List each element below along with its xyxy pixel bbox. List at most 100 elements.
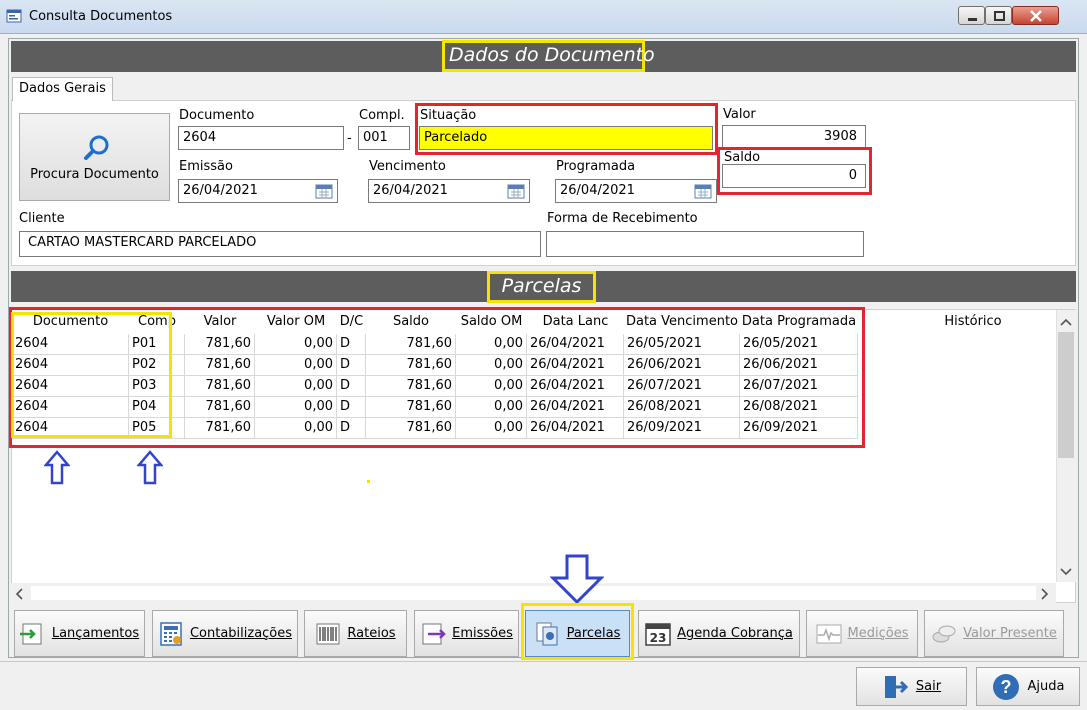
grid-cell[interactable]: 781,60	[185, 355, 255, 376]
grid-cell[interactable]: 0,00	[255, 355, 337, 376]
grid-header-saldo[interactable]: Saldo	[366, 310, 456, 334]
grid-header-documento[interactable]: Documento	[12, 310, 129, 334]
toolbar-parcelas-button[interactable]: Parcelas	[525, 610, 630, 657]
grid-cell[interactable]: 26/08/2021	[740, 397, 858, 418]
grid-cell[interactable]: 781,60	[185, 397, 255, 418]
grid-cell[interactable]: P03	[129, 376, 185, 397]
ajuda-button[interactable]: ? Ajuda	[976, 667, 1080, 706]
grid-header-saldo-om[interactable]: Saldo OM	[456, 310, 527, 334]
grid-header-valor-om[interactable]: Valor OM	[255, 310, 337, 334]
grid-cell[interactable]: 26/07/2021	[624, 376, 740, 397]
grid-cell[interactable]: 0,00	[255, 418, 337, 439]
toolbar-agenda-cobranca-button[interactable]: 23 Agenda Cobrança	[638, 610, 800, 657]
grid-cell[interactable]: P04	[129, 397, 185, 418]
grid-cell[interactable]: P01	[129, 334, 185, 355]
grid-cell[interactable]: D	[337, 397, 366, 418]
grid-cell[interactable]: 26/04/2021	[527, 334, 624, 355]
grid-header-comp[interactable]: Comp	[129, 310, 185, 334]
grid-header-d-c[interactable]: D/C	[337, 310, 366, 334]
grid-cell[interactable]: 781,60	[366, 376, 456, 397]
grid-header-data-lanc[interactable]: Data Lanc	[527, 310, 624, 334]
installments-grid[interactable]: Documento Comp Valor Valor OM D/C Saldo Saldo …	[11, 309, 1076, 603]
grid-cell[interactable]: 0,00	[456, 376, 527, 397]
compl-label: Compl.	[359, 108, 405, 123]
grid-cell[interactable]: 0,00	[255, 397, 337, 418]
grid-cell[interactable]: 0,00	[255, 376, 337, 397]
grid-cell[interactable]: 781,60	[185, 418, 255, 439]
grid-cell[interactable]: 26/05/2021	[624, 334, 740, 355]
toolbar-contabilizacoes-button[interactable]: Contabilizações	[152, 610, 298, 657]
stray-dot	[367, 480, 370, 483]
grid-cell[interactable]: 781,60	[366, 397, 456, 418]
grid-cell[interactable]: 26/06/2021	[624, 355, 740, 376]
grid-cell[interactable]: 781,60	[366, 334, 456, 355]
documento-field[interactable]: 2604	[178, 126, 344, 150]
grid-cell[interactable]: D	[337, 418, 366, 439]
compl-field[interactable]: 001	[358, 126, 410, 150]
vencimento-value: 26/04/2021	[373, 183, 448, 198]
grid-cell[interactable]: 0,00	[456, 334, 527, 355]
grid-cell[interactable]: D	[337, 334, 366, 355]
grid-cell[interactable]: 26/09/2021	[624, 418, 740, 439]
toolbar-rateios-button[interactable]: Rateios	[304, 610, 407, 657]
valor-field[interactable]: 3908	[722, 125, 866, 149]
grid-cell[interactable]: 2604	[12, 334, 129, 355]
grid-cell[interactable]: 2604	[12, 376, 129, 397]
vencimento-field[interactable]: 26/04/2021	[368, 179, 530, 203]
toolbar-emissoes-button[interactable]: Emissões	[414, 610, 519, 657]
grid-cell[interactable]: 26/04/2021	[527, 418, 624, 439]
grid-cell[interactable]: 26/08/2021	[624, 397, 740, 418]
grid-cell[interactable]: 781,60	[366, 355, 456, 376]
scroll-left-icon[interactable]	[14, 587, 24, 601]
grid-header-data-programada[interactable]: Data Programada	[740, 310, 858, 334]
coins-icon	[932, 625, 956, 642]
grid-cell[interactable]: 26/05/2021	[740, 334, 858, 355]
grid-cell[interactable]: 26/06/2021	[740, 355, 858, 376]
grid-cell[interactable]: 0,00	[456, 397, 527, 418]
situacao-field[interactable]: Parcelado	[419, 126, 713, 150]
grid-cell[interactable]: 0,00	[456, 355, 527, 376]
search-document-label: Procura Documento	[30, 167, 159, 182]
grid-cell[interactable]: P02	[129, 355, 185, 376]
grid-cell[interactable]: 781,60	[185, 334, 255, 355]
grid-cell[interactable]: 2604	[12, 397, 129, 418]
arrow-out-icon	[422, 623, 446, 644]
grid-header-hist-rico[interactable]: Histórico	[858, 310, 1075, 334]
search-document-button[interactable]: Procura Documento	[19, 113, 170, 201]
close-button[interactable]	[1012, 6, 1059, 25]
grid-cell[interactable]: 26/04/2021	[527, 355, 624, 376]
forma-recebimento-field[interactable]	[546, 231, 864, 257]
grid-cell[interactable]: 0,00	[456, 418, 527, 439]
grid-cell[interactable]: D	[337, 355, 366, 376]
scroll-right-icon[interactable]	[1040, 587, 1050, 601]
grid-cell[interactable]: 26/07/2021	[740, 376, 858, 397]
grid-cell[interactable]: 781,60	[366, 418, 456, 439]
vertical-scroll-thumb[interactable]	[1058, 332, 1074, 458]
toolbar-lancamentos-button[interactable]: Lançamentos	[14, 610, 145, 657]
saldo-field[interactable]: 0	[722, 164, 866, 188]
cliente-field[interactable]: CARTAO MASTERCARD PARCELADO	[19, 231, 541, 257]
programada-field[interactable]: 26/04/2021	[555, 179, 717, 203]
grid-cell[interactable]: 0,00	[255, 334, 337, 355]
grid-cell[interactable]: 26/04/2021	[527, 376, 624, 397]
scroll-up-icon[interactable]	[1059, 317, 1073, 327]
grid-cell[interactable]: 26/09/2021	[740, 418, 858, 439]
scroll-down-icon[interactable]	[1059, 567, 1073, 577]
grid-cell[interactable]: D	[337, 376, 366, 397]
grid-cell[interactable]: P05	[129, 418, 185, 439]
grid-cell[interactable]: 2604	[12, 355, 129, 376]
calendar-icon[interactable]	[507, 183, 525, 199]
maximize-button[interactable]	[985, 6, 1012, 25]
sair-button[interactable]: Sair	[856, 667, 967, 706]
grid-header-data-vencimento[interactable]: Data Vencimento	[624, 310, 740, 334]
grid-cell[interactable]: 26/04/2021	[527, 397, 624, 418]
grid-header-valor[interactable]: Valor	[185, 310, 255, 334]
calendar-icon[interactable]	[694, 183, 712, 199]
tab-dados-gerais[interactable]: Dados Gerais	[12, 77, 113, 101]
grid-cell[interactable]: 2604	[12, 418, 129, 439]
horizontal-scroll-thumb[interactable]	[31, 586, 1036, 600]
minimize-button[interactable]	[958, 6, 985, 25]
calendar-icon[interactable]	[315, 183, 333, 199]
emissao-field[interactable]: 26/04/2021	[178, 179, 338, 203]
grid-cell[interactable]: 781,60	[185, 376, 255, 397]
